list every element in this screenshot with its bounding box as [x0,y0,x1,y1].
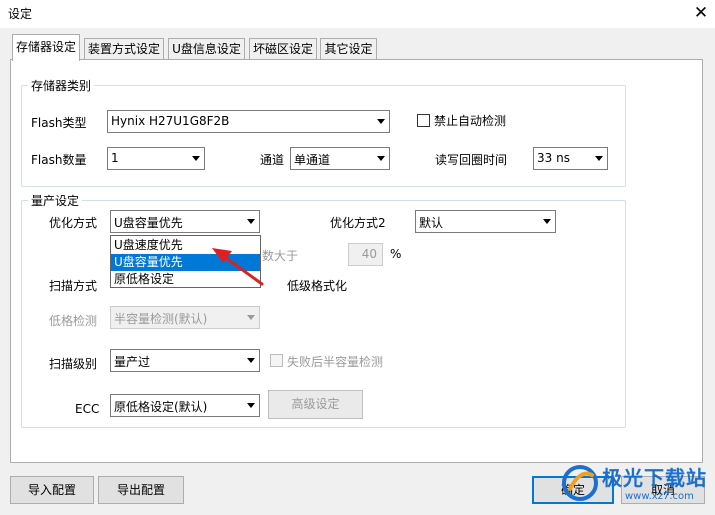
watermark-url: www.xz7.com [625,491,694,502]
watermark-text: 极光下载站 [602,466,707,490]
annotation-arrow-icon [212,248,264,286]
watermark-logo-icon [560,463,600,503]
